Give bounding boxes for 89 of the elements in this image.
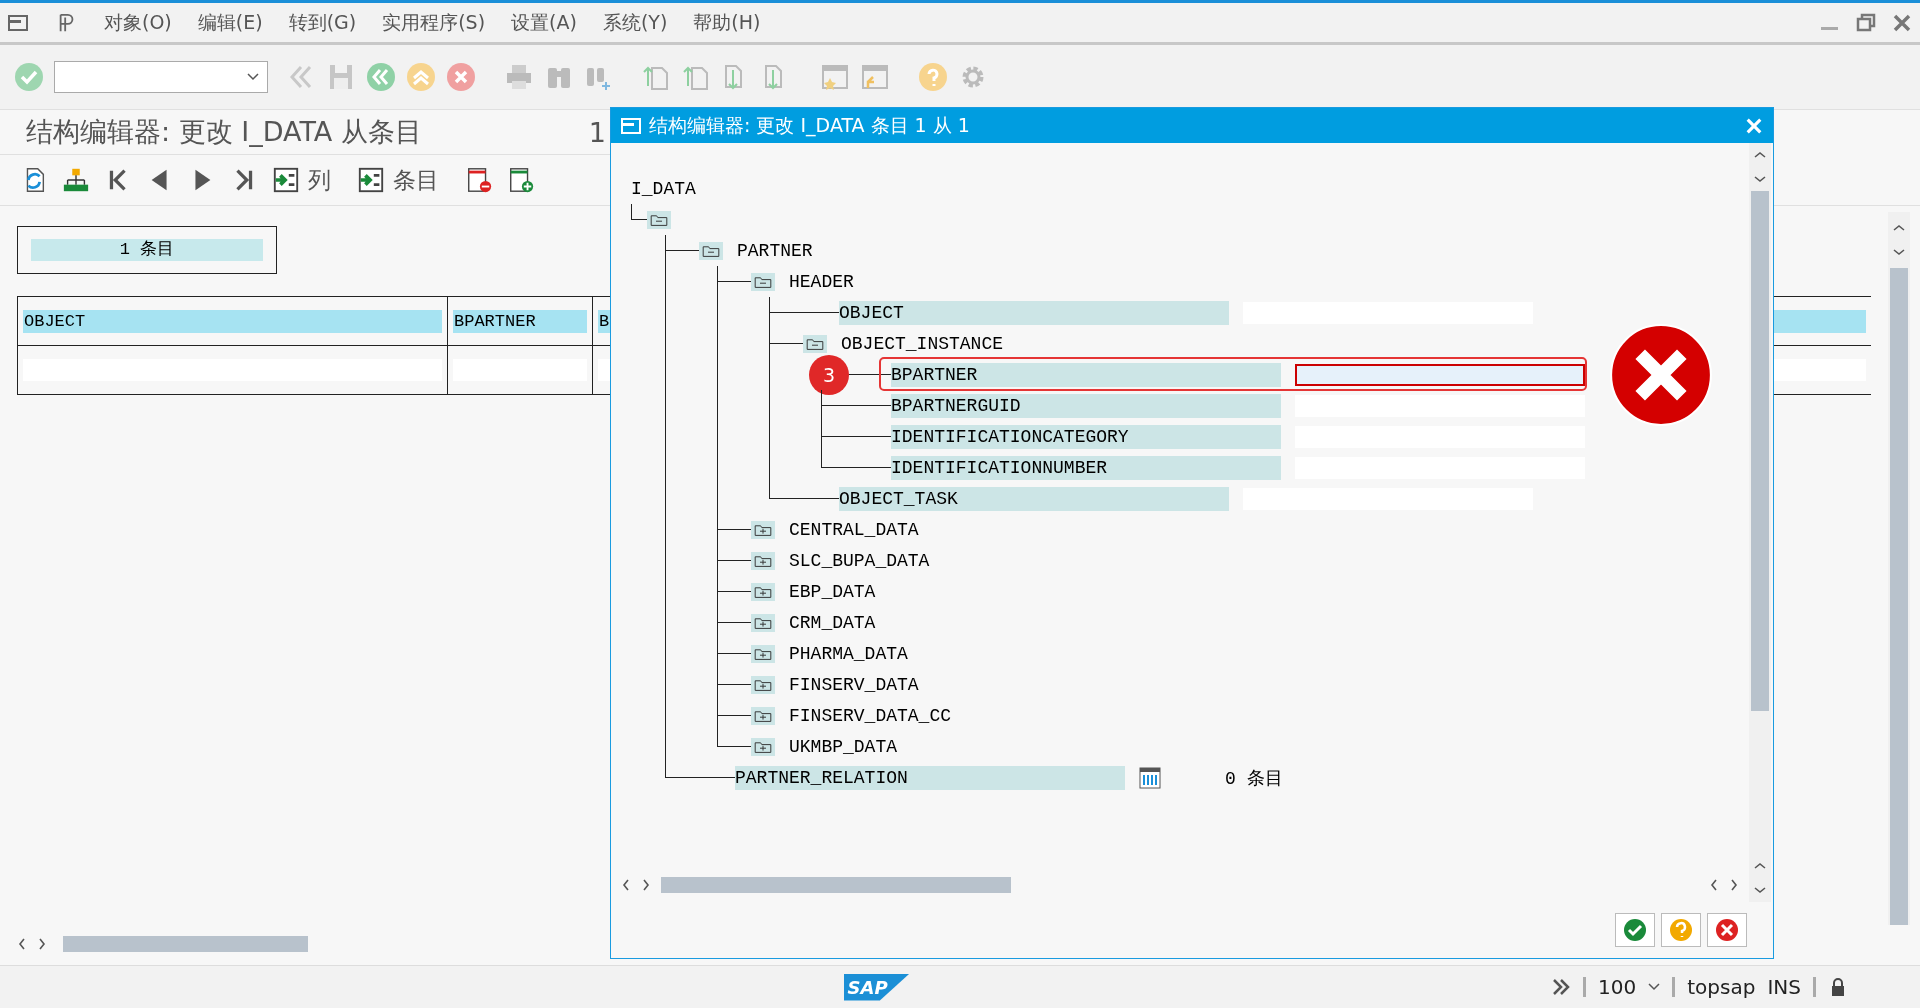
collapse-folder-icon[interactable]	[751, 271, 775, 292]
dialog-title: 结构编辑器: 更改 I_DATA 条目 1 从 1	[649, 112, 970, 139]
caret-icon[interactable]	[1648, 983, 1661, 991]
toolbar-button[interactable]: 列	[272, 164, 343, 196]
caret-icon[interactable]	[247, 73, 259, 81]
scroll-up-icon[interactable]	[1753, 150, 1767, 160]
scroll-left-icon[interactable]	[621, 878, 631, 892]
window-icon	[621, 116, 643, 135]
expand-folder-icon[interactable]	[751, 736, 775, 757]
scroll-left-icon[interactable]	[1709, 878, 1719, 892]
scroll-down-icon[interactable]	[1892, 247, 1906, 257]
scroll-thumb[interactable]	[1890, 268, 1908, 925]
tree-root: I_DATA	[631, 177, 696, 201]
field-label: IDENTIFICATIONNUMBER	[891, 455, 1281, 480]
collapse-folder-icon[interactable]	[699, 240, 723, 261]
vertical-scrollbar[interactable]	[1888, 212, 1910, 925]
arrow-into-box-icon	[272, 166, 300, 194]
step-marker: 3	[809, 354, 849, 395]
check-icon[interactable]	[14, 62, 44, 92]
tree-node-label[interactable]: PARTNER	[737, 238, 813, 263]
menu-item[interactable]: 系统(Y)	[602, 9, 668, 36]
collapse-folder-icon[interactable]	[647, 209, 671, 230]
system-name: topsap	[1687, 975, 1756, 999]
tree-node-label[interactable]: FINSERV_DATA_CC	[789, 703, 952, 728]
tree-node-label[interactable]: CRM_DATA	[789, 610, 876, 635]
field-label: BPARTNER	[891, 362, 1281, 387]
expand-folder-icon[interactable]	[751, 581, 775, 602]
tree-node-label[interactable]: EBP_DATA	[789, 579, 876, 604]
error-icon	[1609, 322, 1713, 427]
field-label: OBJECT	[839, 300, 1229, 325]
scroll-right-icon[interactable]	[1729, 878, 1739, 892]
entry-count: 0 条目	[1225, 767, 1283, 790]
menu-item[interactable]: 编辑(E)	[197, 9, 263, 36]
scroll-down-icon[interactable]	[1753, 174, 1767, 184]
collapse-folder-icon[interactable]	[803, 333, 827, 354]
delete-row-icon[interactable]	[465, 166, 493, 194]
menu-icon[interactable]	[8, 12, 30, 33]
expand-folder-icon[interactable]	[751, 550, 775, 571]
screen-title-suffix: 1	[588, 116, 606, 148]
scroll-up-icon[interactable]	[1892, 223, 1906, 233]
toolbar-button[interactable]: 条目	[357, 164, 451, 196]
tree-node-label[interactable]: FINSERV_DATA	[789, 672, 919, 697]
menu-item[interactable]: 帮助(H)	[693, 9, 761, 36]
scroll-left-icon[interactable]	[17, 937, 27, 951]
scroll-down-icon[interactable]	[1753, 885, 1767, 895]
menu-item[interactable]: 对象(O)	[104, 9, 172, 36]
scroll-right-icon[interactable]	[641, 878, 651, 892]
scroll-right-icon[interactable]	[37, 937, 47, 951]
zoom-level[interactable]: 100	[1598, 975, 1637, 999]
tree-node-label[interactable]: OBJECT_INSTANCE	[841, 331, 1004, 356]
menu-item[interactable]: 转到(G)	[288, 9, 357, 36]
logo: SAP	[843, 973, 910, 1001]
hierarchy-icon[interactable]	[62, 166, 90, 194]
expand-folder-icon[interactable]	[751, 612, 775, 633]
value-field[interactable]	[1295, 363, 1585, 386]
vertical-scrollbar[interactable]	[1749, 143, 1771, 902]
column-header[interactable]: BPARTNER	[453, 309, 587, 333]
expand-folder-icon[interactable]	[751, 643, 775, 664]
tree-node-label[interactable]: UKMBP_DATA	[789, 734, 898, 759]
scroll-thumb[interactable]	[1751, 191, 1769, 711]
entry-count: 1 条目	[31, 239, 263, 261]
tree-node-label[interactable]: CENTRAL_DATA	[789, 517, 919, 542]
double-right-icon[interactable]	[1551, 977, 1572, 997]
menu-item[interactable]: 实用程序(S)	[382, 9, 486, 36]
field-label: IDENTIFICATIONCATEGORY	[891, 424, 1281, 449]
confirm-button[interactable]	[1615, 913, 1655, 947]
input-mode: INS	[1767, 975, 1801, 999]
scroll-thumb[interactable]	[63, 936, 308, 952]
tree-node-label[interactable]: HEADER	[789, 269, 854, 294]
expand-folder-icon[interactable]	[751, 705, 775, 726]
command-field[interactable]	[54, 61, 268, 93]
field-label: OBJECT_TASK	[839, 486, 1229, 511]
screen-title: 结构编辑器: 更改 I_DATA 从条目	[26, 115, 422, 149]
field-label: BPARTNERGUID	[891, 393, 1281, 418]
close-icon[interactable]	[1892, 12, 1912, 33]
arrow-into-box-icon	[357, 166, 385, 194]
tree-node-label[interactable]: PHARMA_DATA	[789, 641, 908, 666]
table-node-label: PARTNER_RELATION	[735, 765, 1125, 790]
insert-row-icon[interactable]	[507, 166, 535, 194]
tree-node-label[interactable]: SLC_BUPA_DATA	[789, 548, 930, 573]
table-icon[interactable]	[1139, 766, 1161, 789]
expand-folder-icon[interactable]	[751, 519, 775, 540]
expand-folder-icon[interactable]	[751, 674, 775, 695]
scroll-thumb[interactable]	[661, 877, 1011, 893]
restore-icon[interactable]	[1856, 12, 1876, 33]
column-header[interactable]: OBJECT	[23, 309, 442, 333]
menu-item[interactable]: 设置(A)	[511, 9, 577, 36]
scroll-up-icon[interactable]	[1753, 861, 1767, 871]
cancel-button[interactable]	[1707, 913, 1747, 947]
